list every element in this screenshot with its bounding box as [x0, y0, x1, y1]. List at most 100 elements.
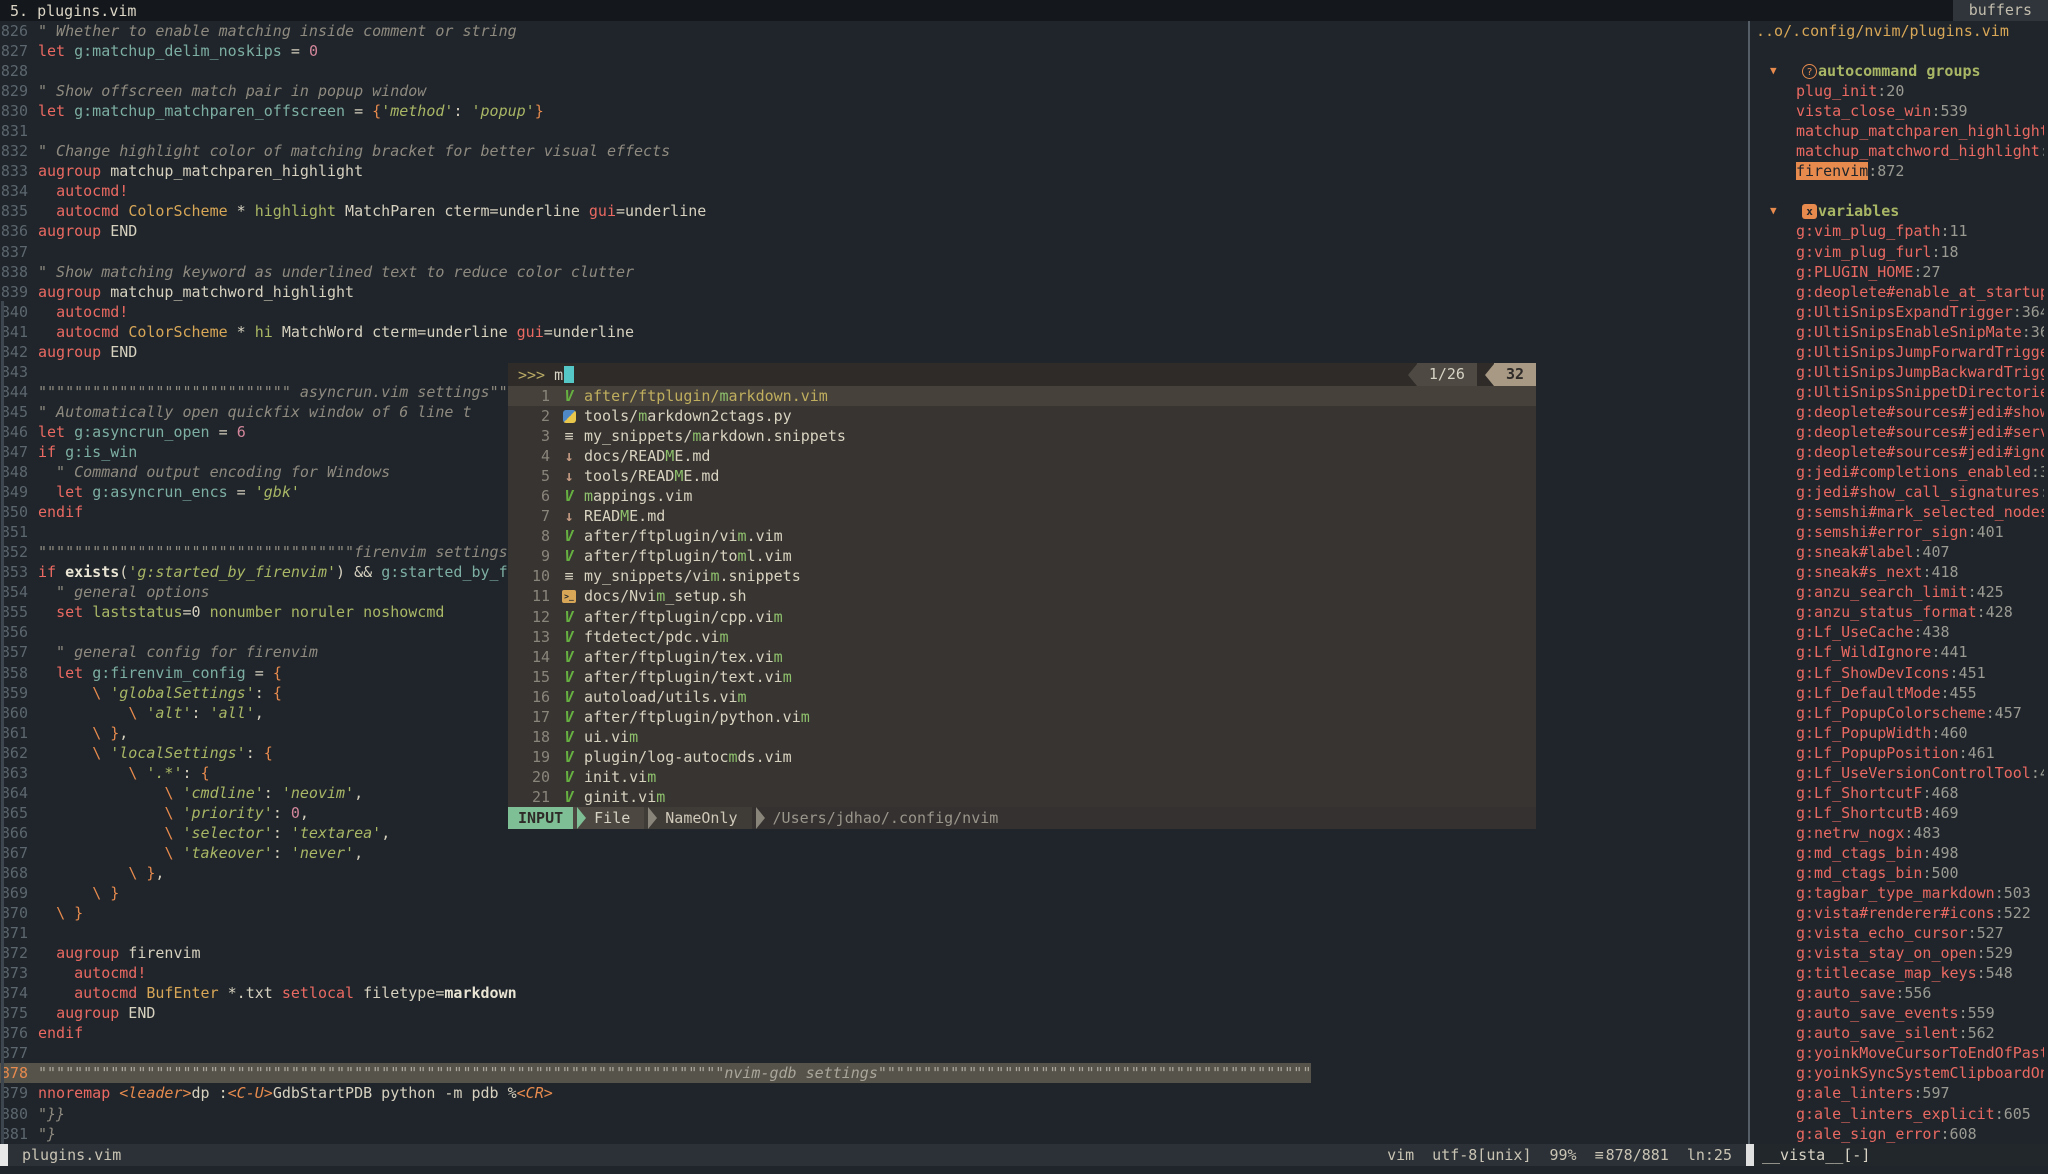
vista-tag-item[interactable]: g:anzu_status_format:428: [1750, 602, 2044, 622]
vista-tag-item[interactable]: matchup_matchword_highlight:839: [1750, 141, 2044, 161]
vista-tag-item[interactable]: g:ale_linters:597: [1750, 1083, 2044, 1103]
vista-tag-item[interactable]: g:ale_sign_error:608: [1750, 1124, 2044, 1144]
vista-tag-item[interactable]: g:Lf_ShortcutF:468: [1750, 783, 2044, 803]
code-line[interactable]: 874 autocmd BufEnter *.txt setlocal file…: [0, 983, 1748, 1003]
code-line[interactable]: 876endif: [0, 1023, 1748, 1043]
vista-tag-item[interactable]: g:sneak#label:407: [1750, 542, 2044, 562]
file-list-item[interactable]: 20Vinit.vim: [508, 767, 1536, 787]
command-line[interactable]: [0, 1166, 2048, 1174]
vista-tag-item[interactable]: g:sneak#s_next:418: [1750, 562, 2044, 582]
vista-tag-item[interactable]: g:deoplete#enable_at_startup:346: [1750, 282, 2044, 302]
vista-tag-item[interactable]: g:Lf_UseVersionControlTool:464: [1750, 763, 2044, 783]
code-line[interactable]: 830let g:matchup_matchparen_offscreen = …: [0, 101, 1748, 121]
vista-tag-item[interactable]: g:semshi#error_sign:401: [1750, 522, 2044, 542]
code-line[interactable]: 829" Show offscreen match pair in popup …: [0, 81, 1748, 101]
vista-tag-item[interactable]: g:netrw_nogx:483: [1750, 823, 2044, 843]
code-line[interactable]: 835 autocmd ColorScheme * highlight Matc…: [0, 201, 1748, 221]
code-line[interactable]: 869 \ }: [0, 883, 1748, 903]
vista-tag-item[interactable]: g:yoinkMoveCursorToEndOfPaste:578: [1750, 1043, 2044, 1063]
vista-tag-item[interactable]: g:vim_plug_furl:18: [1750, 242, 2044, 262]
vista-tag-item[interactable]: g:UltiSnipsJumpBackwardTrigger:370: [1750, 362, 2044, 382]
file-list-item[interactable]: 11>_docs/Nvim_setup.sh: [508, 586, 1536, 606]
code-line[interactable]: 880"}}: [0, 1104, 1748, 1124]
vista-tag-item[interactable]: g:Lf_ShortcutB:469: [1750, 803, 2044, 823]
vista-tag-item[interactable]: g:auto_save_silent:562: [1750, 1023, 2044, 1043]
vista-tag-item[interactable]: g:Lf_WildIgnore:441: [1750, 642, 2044, 662]
code-line[interactable]: 879nnoremap <leader>dp :<C-U>GdbStartPDB…: [0, 1083, 1748, 1103]
file-list-item[interactable]: 2tools/markdown2ctags.py: [508, 406, 1536, 426]
vista-tag-item[interactable]: g:semshi#mark_selected_nodes:397: [1750, 502, 2044, 522]
file-list-item[interactable]: 9Vafter/ftplugin/toml.vim: [508, 546, 1536, 566]
code-line[interactable]: 834 autocmd!: [0, 181, 1748, 201]
vista-tag-item[interactable]: g:deoplete#sources#jedi#server_timeout:3…: [1750, 422, 2044, 442]
chevron-down-icon[interactable]: ▼: [1770, 201, 1784, 221]
vista-tag-item[interactable]: g:titlecase_map_keys:548: [1750, 963, 2044, 983]
vista-tag-item[interactable]: g:Lf_PopupWidth:460: [1750, 723, 2044, 743]
code-line[interactable]: 867 \ 'takeover': 'never',: [0, 843, 1748, 863]
vista-tag-item[interactable]: g:UltiSnipsSnippetDirectories:373: [1750, 382, 2044, 402]
vista-tag-item[interactable]: vista_close_win:539: [1750, 101, 2044, 121]
vista-tag-item[interactable]: g:Lf_DefaultMode:455: [1750, 683, 2044, 703]
vista-tag-item[interactable]: g:anzu_search_limit:425: [1750, 582, 2044, 602]
vista-tag-item[interactable]: g:tagbar_type_markdown:503: [1750, 883, 2044, 903]
code-line[interactable]: 838" Show matching keyword as underlined…: [0, 262, 1748, 282]
file-list-item[interactable]: 21Vginit.vim: [508, 787, 1536, 807]
vista-tag-item[interactable]: g:md_ctags_bin:500: [1750, 863, 2044, 883]
code-line[interactable]: 839augroup matchup_matchword_highlight: [0, 282, 1748, 302]
tab-plugins-vim[interactable]: 5. plugins.vim: [0, 2, 136, 20]
code-line[interactable]: 841 autocmd ColorScheme * hi MatchWord c…: [0, 322, 1748, 342]
file-list-item[interactable]: 18Vui.vim: [508, 727, 1536, 747]
vista-tag-item[interactable]: g:yoinkSyncSystemClipboardOnFocus:580: [1750, 1063, 2044, 1083]
chevron-down-icon[interactable]: ▼: [1770, 61, 1784, 81]
vista-tag-item[interactable]: g:deoplete#sources#jedi#show_docstring:3…: [1750, 402, 2044, 422]
vista-tag-item[interactable]: g:Lf_PopupPosition:461: [1750, 743, 2044, 763]
vista-tag-item[interactable]: matchup_matchparen_highlight:833: [1750, 121, 2044, 141]
file-list-item[interactable]: 15Vafter/ftplugin/text.vim: [508, 667, 1536, 687]
code-line[interactable]: 831: [0, 121, 1748, 141]
code-line[interactable]: 826" Whether to enable matching inside c…: [0, 21, 1748, 41]
vista-tag-item[interactable]: g:jedi#completions_enabled:387: [1750, 462, 2044, 482]
code-line[interactable]: 836augroup END: [0, 221, 1748, 241]
code-line[interactable]: 878"""""""""""""""""""""""""""""""""""""…: [0, 1063, 1748, 1083]
file-list-item[interactable]: 16Vautoload/utils.vim: [508, 687, 1536, 707]
vista-tag-item[interactable]: firenvim:872: [1750, 161, 2044, 181]
vista-tag-item[interactable]: g:jedi#show_call_signatures:391: [1750, 482, 2044, 502]
code-line[interactable]: 837: [0, 242, 1748, 262]
file-list-item[interactable]: 10≡my_snippets/vim.snippets: [508, 566, 1536, 586]
leaderf-prompt-row[interactable]: >>> m 1/26 32: [508, 363, 1536, 386]
file-list-item[interactable]: 5↓tools/README.md: [508, 466, 1536, 486]
search-query-input[interactable]: m: [545, 366, 563, 384]
vista-tag-item[interactable]: g:UltiSnipsEnableSnipMate:365: [1750, 322, 2044, 342]
code-line[interactable]: 873 autocmd!: [0, 963, 1748, 983]
vista-tag-item[interactable]: g:vista_stay_on_open:529: [1750, 943, 2044, 963]
file-list-item[interactable]: 8Vafter/ftplugin/vim.vim: [508, 526, 1536, 546]
code-line[interactable]: 868 \ },: [0, 863, 1748, 883]
file-list-item[interactable]: 4↓docs/README.md: [508, 446, 1536, 466]
vista-tag-item[interactable]: g:PLUGIN_HOME:27: [1750, 262, 2044, 282]
vista-section-header[interactable]: ▼xvariables: [1750, 201, 2044, 221]
code-line[interactable]: 881"}: [0, 1124, 1748, 1144]
file-list-item[interactable]: 1Vafter/ftplugin/markdown.vim: [508, 386, 1536, 406]
vista-tag-item[interactable]: g:UltiSnipsExpandTrigger:364: [1750, 302, 2044, 322]
tab-buffers-label[interactable]: buffers: [1953, 0, 2048, 21]
vista-tag-item[interactable]: g:Lf_UseCache:438: [1750, 622, 2044, 642]
code-line[interactable]: 840 autocmd!: [0, 302, 1748, 322]
file-list-item[interactable]: 3≡my_snippets/markdown.snippets: [508, 426, 1536, 446]
file-list-item[interactable]: 6Vmappings.vim: [508, 486, 1536, 506]
file-list-item[interactable]: 17Vafter/ftplugin/python.vim: [508, 707, 1536, 727]
vista-tag-item[interactable]: g:vista#renderer#icons:522: [1750, 903, 2044, 923]
vista-tag-item[interactable]: plug_init:20: [1750, 81, 2044, 101]
vista-tag-item[interactable]: g:vim_plug_fpath:11: [1750, 221, 2044, 241]
code-line[interactable]: 828: [0, 61, 1748, 81]
vista-tag-item[interactable]: g:md_ctags_bin:498: [1750, 843, 2044, 863]
file-list-item[interactable]: 7↓README.md: [508, 506, 1536, 526]
vista-tag-item[interactable]: g:Lf_ShowDevIcons:451: [1750, 663, 2044, 683]
file-list-item[interactable]: 19Vplugin/log-autocmds.vim: [508, 747, 1536, 767]
code-line[interactable]: 842augroup END: [0, 342, 1748, 362]
vista-tag-item[interactable]: g:ale_linters_explicit:605: [1750, 1104, 2044, 1124]
vista-section-header[interactable]: ▼?autocommand groups: [1750, 61, 2044, 81]
file-list-item[interactable]: 13Vftdetect/pdc.vim: [508, 627, 1536, 647]
file-list-item[interactable]: 12Vafter/ftplugin/cpp.vim: [508, 607, 1536, 627]
vista-tag-item[interactable]: g:auto_save_events:559: [1750, 1003, 2044, 1023]
code-line[interactable]: 832" Change highlight color of matching …: [0, 141, 1748, 161]
